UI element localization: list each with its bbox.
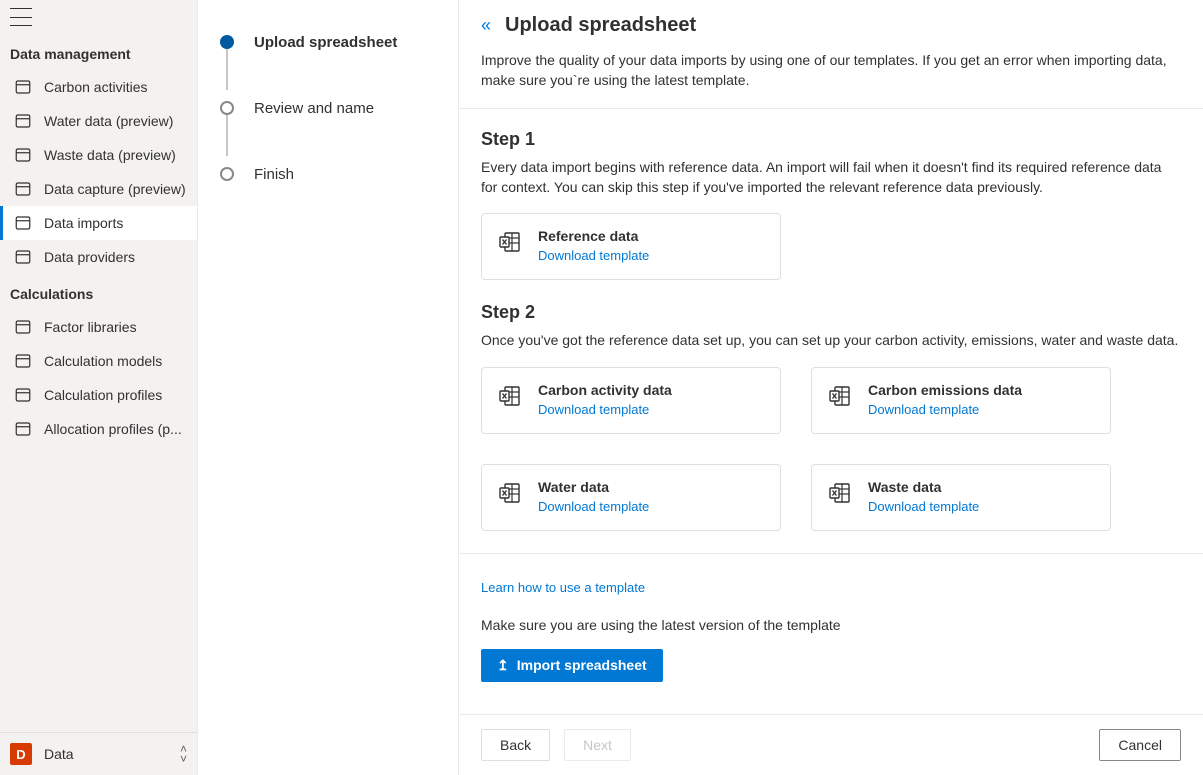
sidebar-item-data-imports[interactable]: Data imports: [0, 206, 197, 240]
download-template-link[interactable]: Download template: [538, 248, 649, 263]
card-title: Carbon emissions data: [868, 382, 1022, 398]
card-title: Waste data: [868, 479, 979, 495]
card-waste-data: Waste data Download template: [811, 464, 1111, 531]
sidebar-item-label: Calculation profiles: [44, 387, 162, 403]
card-water-data: Water data Download template: [481, 464, 781, 531]
sidebar-item-label: Water data (preview): [44, 113, 173, 129]
cancel-button[interactable]: Cancel: [1099, 729, 1181, 761]
wizard-steps: Upload spreadsheet Review and name Finis…: [198, 0, 458, 775]
primary-button-label: Import spreadsheet: [517, 657, 647, 673]
page-title: Upload spreadsheet: [505, 14, 696, 37]
capture-icon: [14, 180, 32, 198]
download-template-link[interactable]: Download template: [868, 499, 979, 514]
sidebar-item-data-providers[interactable]: Data providers: [0, 240, 197, 274]
excel-icon: [498, 230, 522, 254]
app-name: Data: [44, 746, 168, 762]
wizard-step-upload[interactable]: Upload spreadsheet: [220, 26, 436, 58]
excel-icon: [828, 481, 852, 505]
wizard-step-review[interactable]: Review and name: [220, 92, 436, 124]
left-sidebar: Data management Carbon activities Water …: [0, 0, 198, 775]
step-label: Finish: [254, 166, 294, 183]
main-panel: « Upload spreadsheet Improve the quality…: [458, 0, 1203, 775]
upload-icon: ↥: [497, 657, 509, 674]
panel-scroll[interactable]: « Upload spreadsheet Improve the quality…: [459, 0, 1203, 714]
sidebar-item-water-data[interactable]: Water data (preview): [0, 104, 197, 138]
sidebar-item-carbon-activities[interactable]: Carbon activities: [0, 70, 197, 104]
step2-desc: Once you've got the reference data set u…: [481, 331, 1181, 351]
wizard-step-finish[interactable]: Finish: [220, 158, 436, 190]
learn-how-link[interactable]: Learn how to use a template: [481, 580, 645, 595]
step-indicator-icon: [220, 101, 234, 115]
sidebar-item-label: Carbon activities: [44, 79, 148, 95]
sidebar-item-calculation-profiles[interactable]: Calculation profiles: [0, 378, 197, 412]
page-subtitle: Improve the quality of your data imports…: [481, 51, 1181, 90]
card-carbon-activity: Carbon activity data Download template: [481, 367, 781, 434]
panel-footer: Back Next Cancel: [459, 714, 1203, 775]
sidebar-item-waste-data[interactable]: Waste data (preview): [0, 138, 197, 172]
sidebar-item-calculation-models[interactable]: Calculation models: [0, 344, 197, 378]
template-version-note: Make sure you are using the latest versi…: [481, 617, 1181, 633]
card-title: Reference data: [538, 228, 649, 244]
updown-icon: ˄˅: [180, 744, 187, 764]
sidebar-item-factor-libraries[interactable]: Factor libraries: [0, 310, 197, 344]
hamburger-icon[interactable]: [10, 8, 32, 26]
sidebar-item-label: Factor libraries: [44, 319, 137, 335]
water-icon: [14, 112, 32, 130]
step-label: Upload spreadsheet: [254, 34, 397, 51]
sidebar-item-label: Data providers: [44, 249, 135, 265]
models-icon: [14, 352, 32, 370]
back-button[interactable]: Back: [481, 729, 550, 761]
sidebar-item-data-capture[interactable]: Data capture (preview): [0, 172, 197, 206]
sidebar-item-label: Allocation profiles (p...: [44, 421, 182, 437]
step1-heading: Step 1: [481, 129, 1181, 150]
card-carbon-emissions: Carbon emissions data Download template: [811, 367, 1111, 434]
download-template-link[interactable]: Download template: [538, 402, 649, 417]
profiles-icon: [14, 386, 32, 404]
download-template-link[interactable]: Download template: [538, 499, 649, 514]
card-reference-data: Reference data Download template: [481, 213, 781, 280]
collapse-chevrons-icon[interactable]: «: [481, 15, 491, 36]
step1-desc: Every data import begins with reference …: [481, 158, 1181, 197]
allocation-icon: [14, 420, 32, 438]
excel-icon: [498, 384, 522, 408]
app-badge: D: [10, 743, 32, 765]
download-template-link[interactable]: Download template: [868, 402, 979, 417]
sidebar-item-label: Data capture (preview): [44, 181, 186, 197]
sidebar-section-title: Data management: [0, 34, 197, 70]
app-switcher[interactable]: D Data ˄˅: [0, 732, 197, 775]
step2-heading: Step 2: [481, 302, 1181, 323]
excel-icon: [498, 481, 522, 505]
waste-icon: [14, 146, 32, 164]
imports-icon: [14, 214, 32, 232]
divider: [459, 553, 1203, 554]
sidebar-item-label: Data imports: [44, 215, 123, 231]
step-indicator-active-icon: [220, 35, 234, 49]
sidebar-item-label: Calculation models: [44, 353, 162, 369]
carbon-icon: [14, 78, 32, 96]
step-indicator-icon: [220, 167, 234, 181]
sidebar-item-allocation-profiles[interactable]: Allocation profiles (p...: [0, 412, 197, 446]
library-icon: [14, 318, 32, 336]
providers-icon: [14, 248, 32, 266]
card-title: Carbon activity data: [538, 382, 672, 398]
card-title: Water data: [538, 479, 649, 495]
excel-icon: [828, 384, 852, 408]
divider: [459, 108, 1203, 109]
step-label: Review and name: [254, 100, 374, 117]
import-spreadsheet-button[interactable]: ↥ Import spreadsheet: [481, 649, 663, 682]
sidebar-section-title: Calculations: [0, 274, 197, 310]
sidebar-item-label: Waste data (preview): [44, 147, 176, 163]
next-button[interactable]: Next: [564, 729, 631, 761]
